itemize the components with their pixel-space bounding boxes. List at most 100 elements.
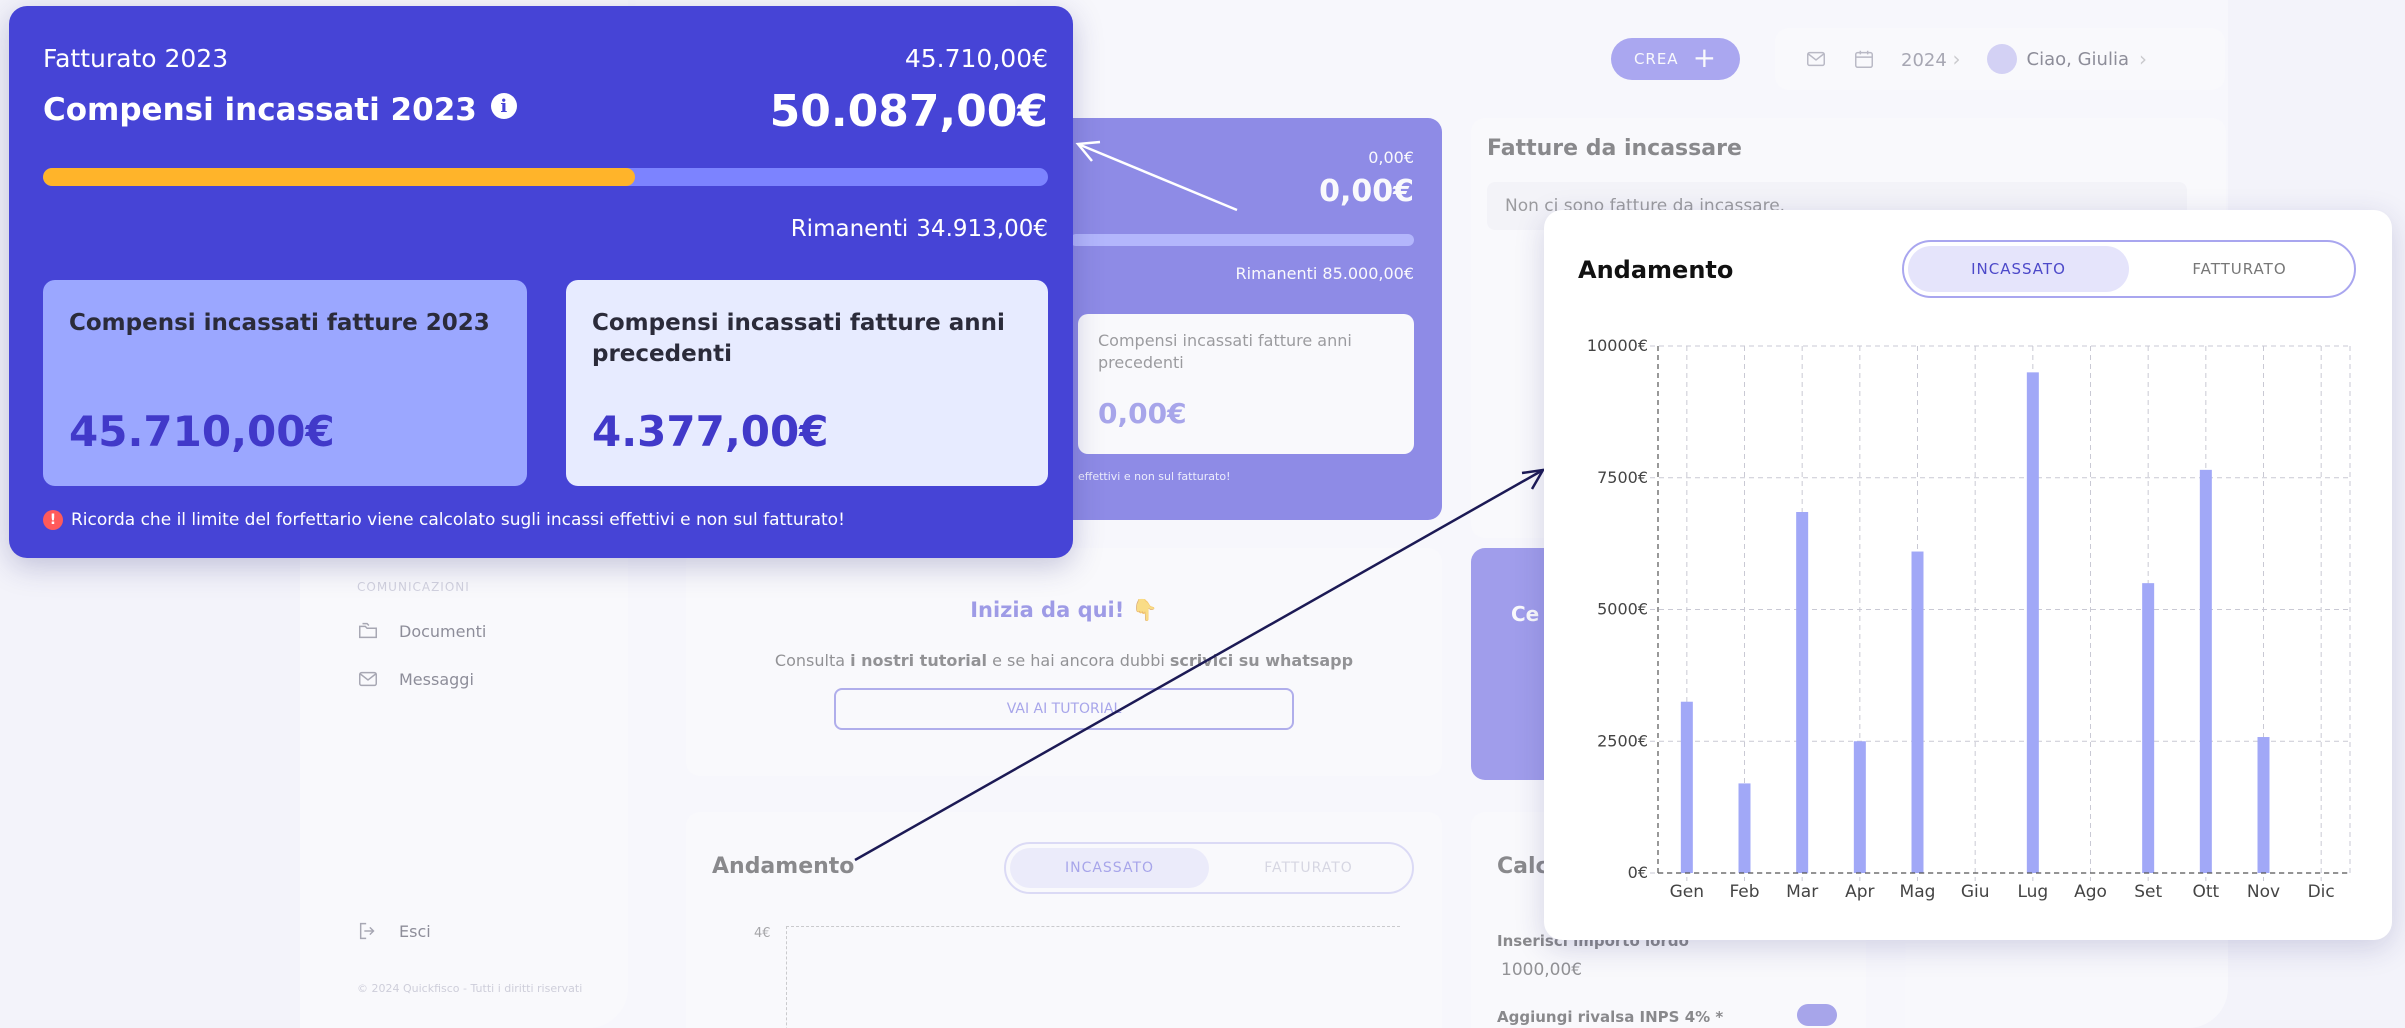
subcard-anni-precedenti: Compensi incassati fatture anni preceden… [1078, 314, 1414, 454]
tutorial-link[interactable]: i nostri tutorial [850, 651, 987, 670]
chart-title: Andamento [1578, 256, 1734, 284]
rimanenti-row: Rimanenti 34.913,00€ [791, 216, 1048, 242]
x-tick-label: Feb [1729, 882, 1759, 902]
fatturato-label: Fatturato 2023 [43, 44, 229, 73]
calendar-icon[interactable] [1853, 48, 1875, 70]
card-title: Compensi incassati fatture 2023 [69, 310, 490, 336]
progress-fill [43, 168, 635, 186]
sidebar-item-messaggi[interactable]: Messaggi [357, 668, 474, 690]
tab-fatturato[interactable]: FATTURATO [1209, 860, 1408, 876]
fatturato-value: 0,00€ [1368, 148, 1414, 167]
x-tick-label: Mag [1900, 882, 1936, 902]
card-title: Fatture da incassare [1487, 136, 1742, 161]
topbar: 2024 › Ciao, Giulia › [1775, 28, 2225, 90]
bar-apr [1853, 741, 1866, 873]
subcard-value: 0,00€ [1098, 396, 1187, 430]
card-value: 4.377,00€ [592, 407, 829, 456]
rimanenti-text: Rimanenti 85.000,00€ [1235, 264, 1415, 283]
progress-track [1070, 234, 1414, 246]
y-tick-label: 2500€ [1597, 731, 1648, 750]
user-menu[interactable]: Ciao, Giulia › [1986, 44, 2147, 74]
tutorial-button[interactable]: VAI AI TUTORIAL [834, 688, 1294, 730]
bar-chart: 0€ 2500€ 5000€ 7500€ 10000€ Gen Feb Mar Apr Mag Gi… [1587, 336, 2351, 902]
x-tick-label: Dic [2308, 882, 2335, 902]
whatsapp-link[interactable]: scrivici su whatsapp [1170, 651, 1353, 670]
forfettario-note: ! Ricorda che il limite del forfettario … [43, 510, 845, 530]
sidebar-section-label: COMUNICAZIONI [357, 580, 470, 594]
y-tick-label: 5000€ [1597, 600, 1648, 619]
x-tick-label: Apr [1845, 882, 1874, 902]
y-tick-label: 10000€ [1587, 336, 1648, 355]
subcard-title: Compensi incassati fatture anni preceden… [1098, 331, 1352, 373]
andamento-toggle: INCASSATO FATTURATO [1004, 842, 1414, 894]
bar-mar [1796, 512, 1809, 873]
note-text: Ricorda che il limite del forfettario vi… [71, 510, 845, 530]
x-tick-label: Ott [2192, 882, 2219, 902]
inizia-text: Consulta i nostri tutorial e se hai anco… [774, 651, 1354, 670]
x-tick-label: Lug [2017, 882, 2048, 902]
x-tick-label: Ago [2074, 882, 2107, 902]
y-tick-label: 0€ [1628, 863, 1648, 882]
card-title: Andamento [712, 854, 855, 879]
logout-button[interactable]: Esci [357, 920, 431, 942]
x-tick-label: Mar [1786, 882, 1818, 902]
bar-mag [1911, 551, 1924, 873]
tab-incassato[interactable]: INCASSATO [1010, 848, 1209, 888]
bar-lug [2026, 372, 2039, 873]
fatturato-value: 45.710,00€ [904, 44, 1048, 73]
rivalsa-label: Aggiungi rivalsa INPS 4% * [1497, 1008, 1724, 1026]
card-title: Calc [1497, 854, 1549, 879]
compensi-label: Compensi incassati 2023 [43, 92, 477, 128]
compensi-label-row: Compensi incassati 2023 i [43, 92, 517, 128]
andamento-card-background: Andamento INCASSATO FATTURATO 4€ [686, 812, 1442, 1028]
card-title: Compensi incassati fatture anni preceden… [592, 310, 1005, 368]
sidebar-item-label: Messaggi [399, 669, 474, 689]
x-tick-label: Giu [1961, 882, 1990, 902]
info-icon[interactable]: i [490, 93, 517, 119]
inizia-card: Inizia da qui! 👇 Consulta i nostri tutor… [686, 548, 1442, 776]
warning-icon: ! [43, 510, 63, 530]
y-tick-label: 7500€ [1597, 468, 1648, 487]
chevron-right-icon: › [2139, 47, 2147, 71]
inizia-title: Inizia da qui! 👇 [970, 598, 1158, 622]
andamento-toggle: INCASSATO FATTURATO [1902, 240, 2356, 298]
tab-incassato[interactable]: INCASSATO [1908, 246, 2129, 292]
tab-fatturato[interactable]: FATTURATO [2129, 246, 2350, 292]
bar-feb [1738, 783, 1751, 873]
bar-gen [1680, 701, 1693, 873]
logout-icon [359, 922, 375, 940]
chart-grid [786, 926, 1400, 1028]
sidebar-footer: © 2024 Quickfisco - Tutti i diritti rise… [357, 982, 583, 995]
mail-icon[interactable] [1805, 48, 1827, 70]
x-tick-label: Set [2134, 882, 2162, 902]
rimanenti-label: Rimanenti [790, 216, 909, 242]
compensi-value: 0,00€ [1319, 174, 1414, 209]
create-button[interactable]: CREA + [1611, 38, 1740, 80]
y-tick-label: 4€ [754, 926, 771, 941]
x-tick-label: Nov [2247, 882, 2280, 902]
card-compensi-anni-precedenti: Compensi incassati fatture anni preceden… [566, 280, 1048, 486]
importo-input[interactable]: 1000,00€ [1501, 960, 1582, 980]
compensi-value: 50.087,00€ [769, 86, 1048, 137]
fatturato-card-background: 0,00€ 0,00€ Rimanenti 85.000,00€ Compens… [1050, 118, 1442, 520]
card-compensi-fatture-anno: Compensi incassati fatture 2023 45.710,0… [43, 280, 527, 486]
avatar [1986, 44, 2017, 74]
year-selector[interactable]: 2024 › [1901, 47, 1961, 71]
pointing-hand-icon: 👇 [1131, 598, 1158, 622]
x-tick-label: Gen [1670, 882, 1704, 902]
folder-icon [359, 622, 377, 639]
chevron-right-icon: › [1952, 47, 1961, 71]
sidebar-item-documenti[interactable]: Documenti [357, 620, 486, 642]
promo-title: Ce [1511, 602, 1540, 626]
user-greeting: Ciao, Giulia [2026, 48, 2129, 70]
logout-label: Esci [399, 921, 431, 941]
plus-icon: + [1692, 40, 1718, 74]
mail-icon [359, 671, 377, 687]
andamento-chart-panel: Andamento INCASSATO FATTURATO 0€ 2500€ 500… [1544, 210, 2392, 940]
progress-track [43, 168, 1048, 186]
card-value: 45.710,00€ [69, 407, 335, 456]
bar-nov [2257, 737, 2270, 873]
note-fragment: effettivi e non sul fatturato! [1078, 470, 1231, 483]
rivalsa-toggle[interactable] [1797, 1004, 1837, 1026]
bar-ott [2199, 469, 2212, 873]
